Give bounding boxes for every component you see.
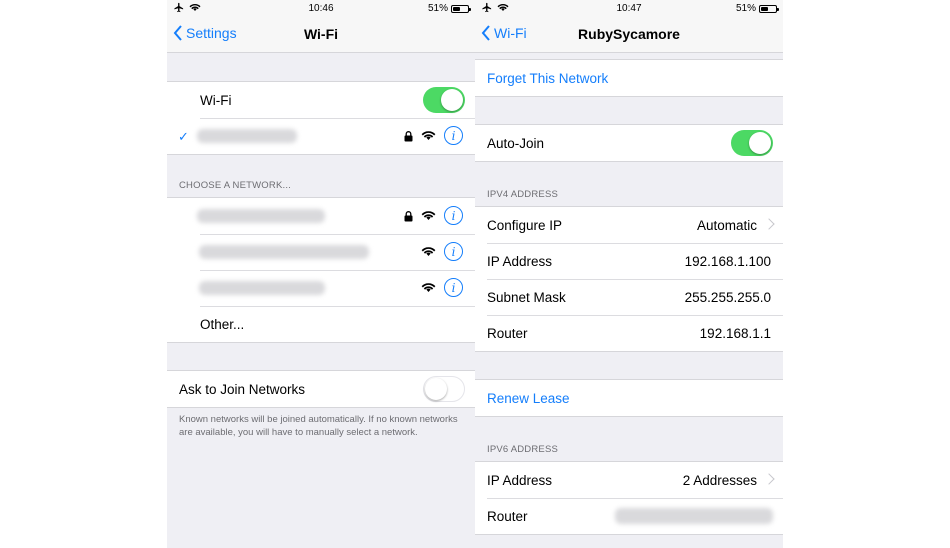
navigation-bar: Settings Wi-Fi [167, 18, 475, 53]
router-value: 192.168.1.1 [699, 325, 771, 341]
network-row[interactable]: i [167, 198, 475, 234]
ipv6-router-row: Router [475, 498, 783, 534]
subnet-mask-value: 255.255.255.0 [684, 289, 771, 305]
navigation-bar: Wi-Fi RubySycamore [475, 18, 783, 53]
battery-icon [759, 4, 779, 13]
ask-to-join-row: Ask to Join Networks [167, 371, 475, 407]
chevron-right-icon [763, 218, 775, 230]
network-details-screen: 10:47 51% Wi-Fi RubySycamore Forget This… [475, 0, 783, 548]
info-icon[interactable]: i [444, 242, 463, 261]
renew-group: Renew Lease [475, 379, 783, 417]
ip-address-row: IP Address 192.168.1.100 [475, 243, 783, 279]
ipv6-header: IPV6 ADDRESS [487, 444, 559, 455]
checkmark-icon: ✓ [178, 129, 189, 144]
auto-join-group: Auto-Join [475, 124, 783, 162]
ipv6-address-label: IP Address [487, 472, 553, 488]
status-bar: 10:47 51% [475, 0, 783, 18]
other-network-row[interactable]: Other... [167, 306, 475, 342]
ipv6-address-row[interactable]: IP Address 2 Addresses [475, 462, 783, 498]
ip-address-label: IP Address [487, 253, 553, 269]
wifi-icon [421, 129, 436, 144]
wifi-icon [421, 281, 436, 296]
subnet-mask-label: Subnet Mask [487, 289, 566, 305]
network-name-redacted [199, 245, 369, 259]
ipv6-router-redacted [615, 508, 773, 524]
other-label: Other... [200, 316, 245, 332]
renew-lease-label: Renew Lease [487, 390, 570, 406]
wifi-group: Wi-Fi ✓ i [167, 81, 475, 155]
configure-ip-label: Configure IP [487, 217, 563, 233]
lock-icon [404, 210, 413, 225]
ip-address-value: 192.168.1.100 [684, 253, 771, 269]
renew-lease-button[interactable]: Renew Lease [475, 380, 783, 416]
ask-to-join-group: Ask to Join Networks [167, 370, 475, 408]
forget-network-button[interactable]: Forget This Network [475, 60, 783, 96]
chevron-right-icon [763, 473, 775, 485]
status-bar: 10:46 51% [167, 0, 475, 18]
connected-network-row[interactable]: ✓ i [167, 118, 475, 154]
subnet-mask-row: Subnet Mask 255.255.255.0 [475, 279, 783, 315]
configure-ip-row[interactable]: Configure IP Automatic [475, 207, 783, 243]
wifi-settings-screen: 10:46 51% Settings Wi-Fi Wi-Fi ✓ i CHOOS… [167, 0, 475, 548]
wifi-icon [421, 245, 436, 260]
info-icon[interactable]: i [444, 126, 463, 145]
wifi-toggle[interactable] [423, 87, 465, 113]
ipv6-group: IP Address 2 Addresses Router [475, 461, 783, 535]
wifi-toggle-row: Wi-Fi [167, 82, 475, 118]
network-name-redacted [197, 129, 297, 143]
ipv6-router-label: Router [487, 508, 528, 524]
wifi-label: Wi-Fi [200, 92, 232, 108]
network-name-redacted [199, 281, 325, 295]
auto-join-label: Auto-Join [487, 135, 545, 151]
battery-percent: 51% [427, 3, 448, 14]
ipv4-group: Configure IP Automatic IP Address 192.16… [475, 206, 783, 352]
lock-icon [404, 130, 413, 145]
router-label: Router [487, 325, 528, 341]
network-name-redacted [197, 209, 325, 223]
configure-ip-value: Automatic [696, 217, 757, 233]
auto-join-row: Auto-Join [475, 125, 783, 161]
forget-network-label: Forget This Network [487, 70, 609, 86]
battery-icon [451, 4, 471, 13]
choose-network-header: CHOOSE A NETWORK... [179, 180, 292, 191]
ask-to-join-toggle[interactable] [423, 376, 465, 402]
network-row[interactable]: i [167, 234, 475, 270]
network-list: i i i Other... [167, 197, 475, 343]
forget-group: Forget This Network [475, 59, 783, 97]
battery-percent: 51% [735, 3, 756, 14]
auto-join-toggle[interactable] [731, 130, 773, 156]
wifi-icon [421, 209, 436, 224]
page-title: RubySycamore [578, 26, 680, 42]
router-row: Router 192.168.1.1 [475, 315, 783, 351]
ipv6-address-value: 2 Addresses [682, 472, 757, 488]
page-title: Wi-Fi [303, 26, 339, 42]
ask-to-join-label: Ask to Join Networks [179, 381, 306, 397]
info-icon[interactable]: i [444, 206, 463, 225]
network-row[interactable]: i [167, 270, 475, 306]
ask-to-join-footer: Known networks will be joined automatica… [179, 414, 458, 438]
ipv4-header: IPV4 ADDRESS [487, 189, 559, 200]
info-icon[interactable]: i [444, 278, 463, 297]
